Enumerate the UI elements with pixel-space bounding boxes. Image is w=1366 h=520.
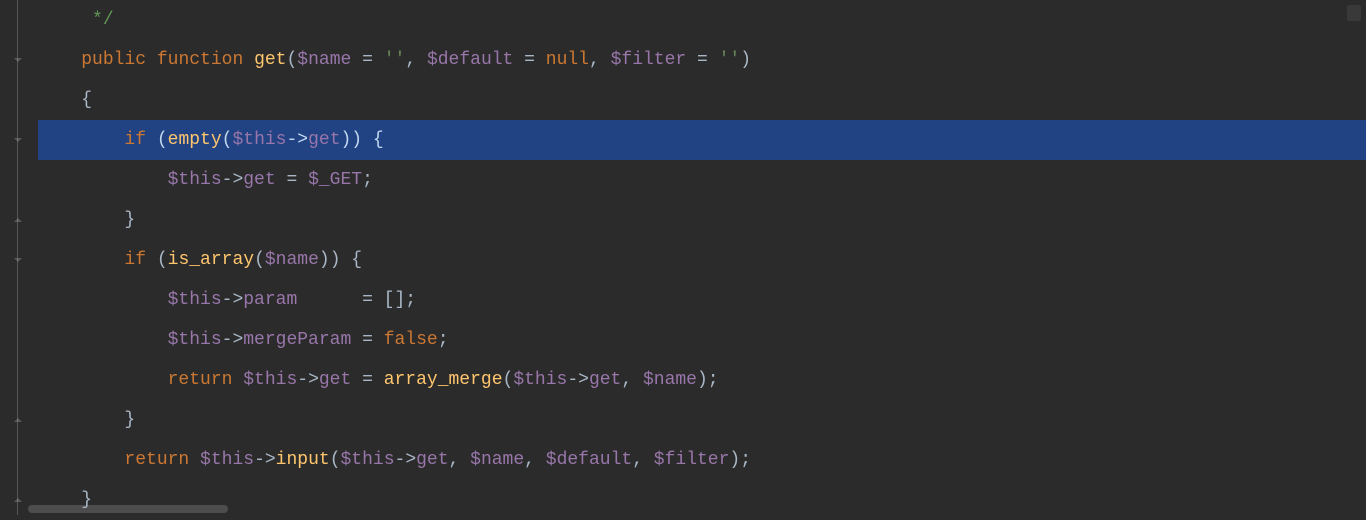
fold-icon[interactable] bbox=[12, 254, 24, 266]
gutter bbox=[0, 0, 32, 515]
code-editor[interactable]: */ public function get($name = '', $defa… bbox=[0, 0, 1366, 515]
property: get bbox=[319, 370, 351, 390]
string: '' bbox=[719, 50, 741, 70]
keyword-return: return bbox=[124, 450, 189, 470]
brace: } bbox=[124, 410, 135, 430]
variable-this: $this bbox=[168, 290, 222, 310]
variable: $filter bbox=[654, 450, 730, 470]
keyword-if: if bbox=[124, 130, 146, 150]
code-line[interactable]: public function get($name = '', $default… bbox=[38, 40, 1366, 80]
code-line[interactable]: return $this->get = array_merge($this->g… bbox=[38, 360, 1366, 400]
property: mergeParam bbox=[243, 330, 351, 350]
fold-icon[interactable] bbox=[12, 54, 24, 66]
keyword-public: public bbox=[81, 50, 146, 70]
keyword-function: function bbox=[157, 50, 243, 70]
fold-icon[interactable] bbox=[12, 214, 24, 226]
fold-icon[interactable] bbox=[12, 134, 24, 146]
keyword-return: return bbox=[168, 370, 233, 390]
function-is-array: is_array bbox=[168, 250, 254, 270]
variable-this: $this bbox=[513, 370, 567, 390]
code-line[interactable]: $this->param = []; bbox=[38, 280, 1366, 320]
comment: */ bbox=[92, 10, 114, 30]
variable: $name bbox=[470, 450, 524, 470]
function-empty: empty bbox=[168, 130, 222, 150]
right-gutter-marker bbox=[1347, 5, 1361, 21]
code-line[interactable]: */ bbox=[38, 0, 1366, 40]
keyword-false: false bbox=[384, 330, 438, 350]
property: get bbox=[308, 130, 340, 150]
variable-this: $this bbox=[232, 130, 286, 150]
property: param bbox=[243, 290, 297, 310]
superglobal: $_GET bbox=[308, 170, 362, 190]
variable-this: $this bbox=[200, 450, 254, 470]
code-line[interactable]: } bbox=[38, 400, 1366, 440]
keyword-null: null bbox=[546, 50, 589, 70]
property: get bbox=[243, 170, 275, 190]
code-line[interactable]: $this->mergeParam = false; bbox=[38, 320, 1366, 360]
variable-this: $this bbox=[168, 330, 222, 350]
fold-icon[interactable] bbox=[12, 494, 24, 506]
variable: $name bbox=[265, 250, 319, 270]
property: get bbox=[416, 450, 448, 470]
code-line[interactable]: } bbox=[38, 480, 1366, 520]
function-array-merge: array_merge bbox=[384, 370, 503, 390]
fold-icon[interactable] bbox=[12, 414, 24, 426]
code-line[interactable]: { bbox=[38, 80, 1366, 120]
variable: $default bbox=[427, 50, 513, 70]
brace: { bbox=[81, 90, 92, 110]
brace: } bbox=[124, 210, 135, 230]
variable: $name bbox=[643, 370, 697, 390]
property: get bbox=[589, 370, 621, 390]
variable-this: $this bbox=[243, 370, 297, 390]
variable-this: $this bbox=[341, 450, 395, 470]
code-line[interactable]: if (is_array($name)) { bbox=[38, 240, 1366, 280]
function-name: get bbox=[254, 50, 286, 70]
code-line-highlighted[interactable]: if (empty($this->get)) { bbox=[38, 120, 1366, 160]
variable-this: $this bbox=[168, 170, 222, 190]
code-line[interactable]: $this->get = $_GET; bbox=[38, 160, 1366, 200]
variable: $filter bbox=[611, 50, 687, 70]
brace: } bbox=[81, 490, 92, 510]
code-area[interactable]: */ public function get($name = '', $defa… bbox=[32, 0, 1366, 515]
string: '' bbox=[384, 50, 406, 70]
keyword-if: if bbox=[124, 250, 146, 270]
variable: $default bbox=[546, 450, 632, 470]
code-line[interactable]: return $this->input($this->get, $name, $… bbox=[38, 440, 1366, 480]
variable: $name bbox=[297, 50, 351, 70]
code-line[interactable]: } bbox=[38, 200, 1366, 240]
method-input: input bbox=[276, 450, 330, 470]
